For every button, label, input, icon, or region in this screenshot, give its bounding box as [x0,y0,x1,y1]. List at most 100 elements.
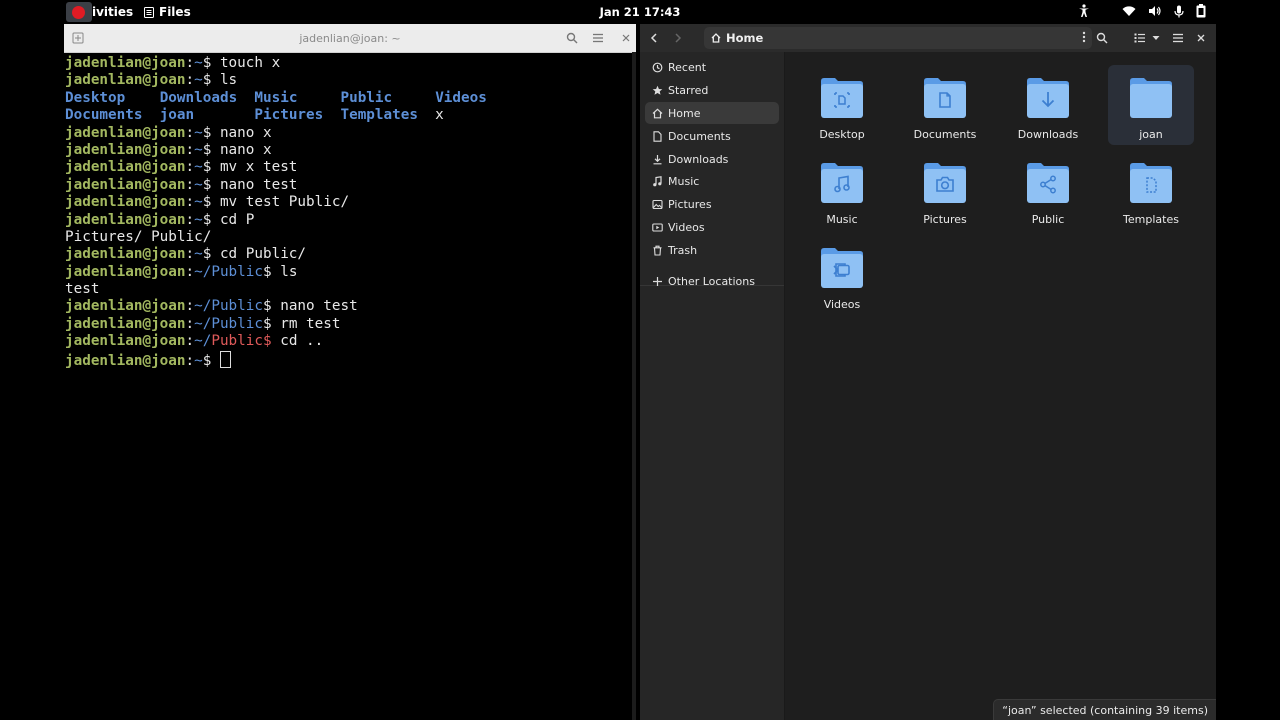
sidebar-item-starred[interactable]: Starred [645,79,779,101]
sidebar-item-label: Music [668,174,700,188]
file-grid[interactable]: Desktop Documents Downloads joan Music Pictur… [786,52,1216,720]
sidebar-item-label: Starred [668,83,709,97]
terminal-text: : [185,298,195,315]
chevron-right-icon [675,33,682,43]
folder-label: Desktop [819,128,865,141]
folder-label: joan [1139,128,1163,141]
folder-music[interactable]: Music [799,150,885,230]
terminal-text: $ nano test [202,176,298,193]
sidebar-item-label: Other Locations [668,274,755,288]
folder-pictures[interactable]: Pictures [902,150,988,230]
prompt-path: ~/Public [194,263,263,280]
sidebar-item-recent[interactable]: Recent [645,56,779,78]
clock-icon [652,62,663,73]
forward-button[interactable] [670,30,686,46]
folder-icon [921,157,969,205]
directory-entry: Music [254,89,298,106]
folder-documents[interactable]: Documents [902,65,988,145]
terminal-output[interactable]: jadenlian@joan:~$ touch x jadenlian@joan:… [64,53,636,369]
top-bar: ivities Files Jan 21 17:43 [0,0,1280,24]
terminal-line: jadenlian@joan:~$ mv x test [65,159,636,176]
close-icon [622,34,630,42]
prompt-user: jadenlian@joan [65,194,186,211]
terminal-text: $ nano x [202,124,272,141]
list-view-icon [1134,33,1145,43]
terminal-text: Public$ [211,333,272,350]
terminal-close-button[interactable] [616,28,636,48]
folder-downloads[interactable]: Downloads [1005,65,1091,145]
system-tray[interactable] [1078,4,1206,18]
directory-entry: Public [340,89,393,106]
files-menu-button[interactable] [1172,30,1184,46]
prompt-user: jadenlian@joan [65,315,186,332]
sidebar-item-downloads[interactable]: Downloads [645,148,779,170]
terminal-text: : [185,141,195,158]
terminal-line: jadenlian@joan:~/Public$ ls [65,264,636,281]
files-window[interactable]: Home Recent Starred Home Documents Downloads… [640,24,1216,720]
prompt-path: ~ [194,194,203,211]
chevron-left-icon [650,33,657,43]
directory-entry: Documents [65,107,143,124]
sidebar-item-pictures[interactable]: Pictures [645,193,779,215]
back-button[interactable] [646,30,662,46]
chevron-down-icon [1152,36,1160,40]
folder-public[interactable]: Public [1005,150,1091,230]
folder-templates[interactable]: Templates [1108,150,1194,230]
music-icon [652,175,663,187]
plus-icon [652,276,663,287]
prompt-path: ~/ [194,333,212,350]
sidebar-item-trash[interactable]: Trash [645,239,779,261]
hamburger-menu-icon [1173,33,1183,43]
terminal-scrollbar[interactable] [632,52,636,720]
terminal-line: jadenlian@joan:~$ cd Public/ [65,246,636,263]
prompt-user: jadenlian@joan [65,246,186,263]
accessibility-icon [1079,4,1089,17]
files-search-button[interactable] [1096,30,1108,46]
view-options-button[interactable] [1134,30,1160,46]
prompt-path: ~ [194,72,203,89]
directory-entry: Pictures [254,107,324,124]
sidebar-item-label: Pictures [668,197,712,211]
terminal-search-button[interactable] [562,28,582,48]
prompt-path: ~/Public [194,315,263,332]
terminal-text: : [185,55,195,71]
terminal-text: $ ls [263,263,298,280]
terminal-menu-button[interactable] [588,28,608,48]
sidebar-item-videos[interactable]: Videos [645,216,779,238]
home-icon [652,107,663,119]
hamburger-menu-icon [593,33,603,43]
prompt-path: ~ [194,176,203,193]
sidebar-item-home[interactable]: Home [645,102,779,124]
sidebar-item-label: Recent [668,60,707,74]
microphone-icon [1174,5,1184,17]
terminal-text: $ nano x [202,141,272,158]
terminal-line: Documents joan Pictures Templates x [65,107,636,124]
terminal-window[interactable]: jadenlian@joan: ~ jadenlian@joan:~$ touc… [64,24,636,720]
star-icon [652,85,663,96]
terminal-text: $ ls [202,72,238,89]
terminal-header-bar: jadenlian@joan: ~ [64,24,636,53]
terminal-text: $ mv test Public/ [202,194,350,211]
terminal-cursor [219,350,231,368]
terminal-line: jadenlian@joan:~/Public$ nano test [65,298,636,315]
folder-joan[interactable]: joan [1108,65,1194,145]
folder-icon [1024,72,1072,120]
location-bar[interactable]: Home [704,27,1092,49]
files-close-button[interactable] [1197,30,1205,46]
sidebar-item-other-locations[interactable]: Other Locations [645,270,779,292]
terminal-text: : [185,211,195,228]
terminal-text: : [185,176,195,193]
folder-label: Pictures [923,213,967,226]
sidebar-item-label: Videos [668,220,705,234]
video-icon [652,222,663,233]
sidebar-item-music[interactable]: Music [645,170,779,192]
folder-videos[interactable]: Videos [799,235,885,315]
sidebar-item-documents[interactable]: Documents [645,125,779,147]
folder-desktop[interactable]: Desktop [799,65,885,145]
kebab-menu-icon[interactable] [1082,30,1086,44]
terminal-text: : [185,194,195,211]
prompt-user: jadenlian@joan [65,55,186,71]
